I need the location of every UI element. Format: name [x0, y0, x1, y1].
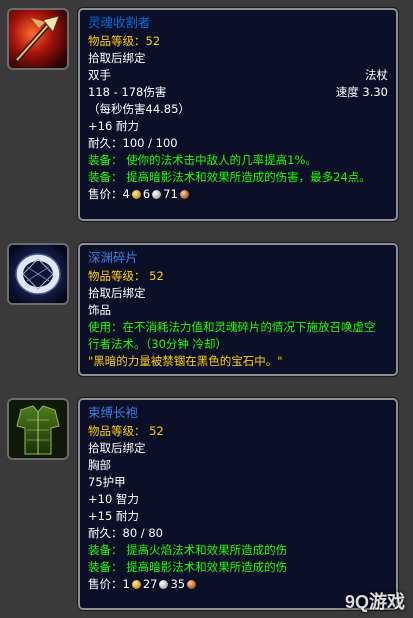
item-level: 物品等级： 52: [88, 268, 164, 283]
copper-coin-icon: [179, 189, 189, 199]
gold-amount: 4: [122, 186, 130, 201]
item-icon-soul-reaper[interactable]: [7, 8, 69, 70]
gold-coin-icon: [131, 189, 141, 199]
sell-label: 售价：: [88, 576, 123, 591]
silver-amount: 6: [142, 186, 151, 201]
item-name: 束缚长袍: [88, 405, 139, 420]
item-armor: 75护甲: [88, 474, 126, 489]
item-damage: 118 - 178伤害: [88, 84, 167, 99]
equip-effect-1: 装备： 使你的法术击中敌人的几率提高1%。: [88, 152, 317, 167]
copper-coin-icon: [187, 579, 197, 589]
tooltip-soul-reaper: 灵魂收割者 物品等级：52 拾取后绑定 双手 法杖 118 - 178伤害 速度…: [78, 8, 398, 221]
use-effect-line-1: 使用：在不消耗法力值和灵魂碎片的情况下施放召唤虚空: [88, 319, 376, 334]
damage-row: 118 - 178伤害 速度 3.30: [88, 84, 388, 101]
slot-row: 双手 法杖: [88, 67, 388, 84]
item-dps: （每秒伤害44.85）: [88, 101, 190, 116]
copper-amount: 35: [170, 576, 186, 591]
item-icon-abyss-shard[interactable]: [7, 243, 69, 305]
item-name: 灵魂收割者: [88, 15, 151, 30]
durability: 耐久：100 / 100: [88, 135, 178, 150]
silver-coin-icon: [159, 579, 169, 589]
equip-effect-1: 装备： 提高火焰法术和效果所造成的伤: [88, 542, 288, 557]
gold-amount: 1: [122, 576, 130, 591]
tooltip-binding-robe: 束缚长袍 物品等级： 52 拾取后绑定 胸部 75护甲 +10 智力 +15 耐…: [78, 398, 398, 610]
stat-intellect: +10 智力: [88, 491, 139, 506]
gem-icon: [9, 245, 67, 303]
item-speed: 速度 3.30: [335, 84, 388, 99]
item-type: 法杖: [365, 67, 388, 82]
item-slot: 胸部: [88, 457, 111, 472]
tooltip-abyss-shard: 深渊碎片 物品等级： 52 拾取后绑定 饰品 使用：在不消耗法力值和灵魂碎片的情…: [78, 243, 398, 376]
sell-price: 售价：4 6 71: [88, 186, 388, 203]
robe-icon: [9, 400, 67, 458]
durability: 耐久：80 / 80: [88, 525, 163, 540]
bind-type: 拾取后绑定: [88, 285, 146, 300]
silver-amount: 27: [142, 576, 158, 591]
item-icon-binding-robe[interactable]: [7, 398, 69, 460]
equip-effect-2: 装备： 提高暗影法术和效果所造成的伤: [88, 559, 288, 574]
staff-icon: [9, 10, 67, 68]
sell-label: 售价：: [88, 186, 123, 201]
item-level: 物品等级：52: [88, 33, 161, 48]
bind-type: 拾取后绑定: [88, 440, 146, 455]
gold-coin-icon: [131, 579, 141, 589]
watermark-logo: 9Q游戏: [344, 592, 405, 612]
equip-effect-2: 装备： 提高暗影法术和效果所造成的伤害，最多24点。: [88, 169, 371, 184]
item-name: 深渊碎片: [88, 250, 139, 265]
flavor-text: "黑暗的力量被禁锢在黑色的宝石中。": [88, 353, 283, 368]
bind-type: 拾取后绑定: [88, 50, 146, 65]
stat-stamina: +16 耐力: [88, 118, 139, 133]
item-slot: 双手: [88, 67, 111, 82]
use-effect-line-2: 行者法术。（30分钟 冷却）: [88, 336, 228, 351]
item-level: 物品等级： 52: [88, 423, 164, 438]
stat-stamina: +15 耐力: [88, 508, 139, 523]
sell-price: 售价：1 27 35: [88, 576, 388, 593]
copper-amount: 71: [163, 186, 178, 201]
item-slot: 饰品: [88, 302, 111, 317]
silver-coin-icon: [152, 189, 162, 199]
